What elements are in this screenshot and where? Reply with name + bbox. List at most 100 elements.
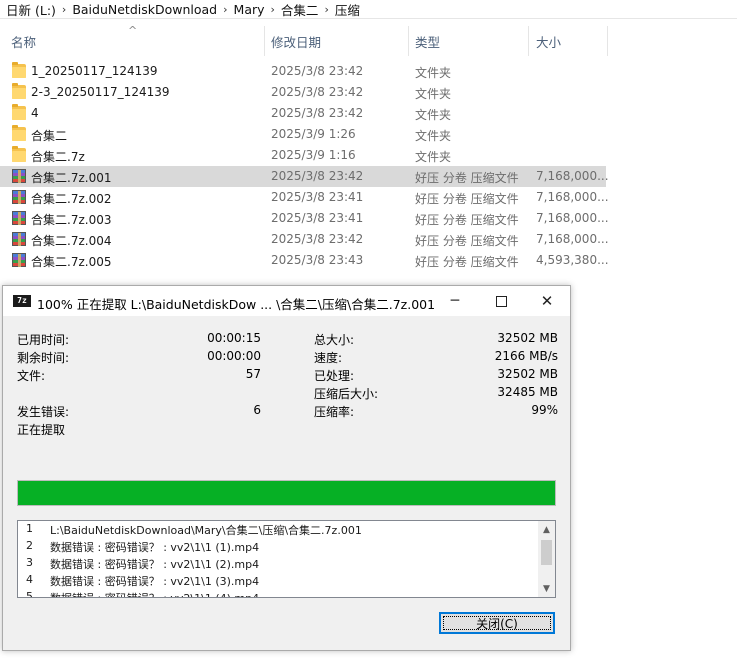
file-type: 好压 分卷 压缩文件 [415, 192, 519, 206]
archive-icon [12, 211, 26, 225]
file-type: 文件夹 [415, 87, 452, 101]
file-type: 文件夹 [415, 129, 452, 143]
file-row[interactable]: 合集二.7z 2025/3/9 1:16 文件夹 [0, 145, 606, 166]
file-type: 好压 分卷 压缩文件 [415, 213, 519, 227]
column-header-date[interactable]: 修改日期 [271, 26, 407, 56]
archive-icon [12, 232, 26, 246]
file-name: 合集二.7z.001 [31, 171, 112, 185]
log-item-text: L:\BaiduNetdiskDownload\Mary\合集二\压缩\合集二.… [50, 524, 362, 537]
breadcrumb-item-drive[interactable]: 日新 (L:) [0, 0, 62, 18]
progress-bar [17, 480, 556, 506]
speed-value: 2166 MB/s [494, 349, 558, 363]
scroll-thumb[interactable] [541, 540, 552, 565]
log-item-number: 4 [26, 573, 33, 586]
log-item-text: 数据错误 : 密码错误？ : vv2\1\1 (2).mp4 [50, 558, 260, 571]
folder-icon [12, 62, 26, 78]
archive-icon [12, 190, 26, 204]
total-size-value: 32502 MB [497, 331, 558, 345]
file-row[interactable]: 1_20250117_124139 2025/3/8 23:42 文件夹 [0, 61, 606, 82]
archive-icon [12, 169, 26, 183]
close-button[interactable]: 关闭(C) [439, 612, 555, 634]
file-type: 文件夹 [415, 150, 452, 164]
dialog-titlebar[interactable]: 7z 100% 正在提取 L:\BaiduNetdiskDow ... \合集二… [3, 286, 570, 316]
file-date: 2025/3/8 23:42 [271, 64, 364, 78]
column-header-type[interactable]: 类型 [415, 26, 525, 56]
column-divider[interactable] [408, 26, 409, 56]
column-header-size[interactable]: 大小 [536, 26, 606, 56]
file-name: 合集二.7z [31, 150, 85, 164]
total-size-label: 总大小: [314, 333, 355, 347]
errors-value: 6 [253, 403, 261, 417]
file-date: 2025/3/8 23:42 [271, 232, 364, 246]
log-item-text: 数据错误 : 密码错误？ : vv2\1\1 (3).mp4 [50, 575, 260, 588]
close-button-label: 关闭(C) [476, 616, 518, 631]
minimize-icon: ─ [450, 293, 460, 309]
file-row[interactable]: 合集二.7z.002 2025/3/8 23:41 好压 分卷 压缩文件 7,1… [0, 187, 609, 208]
file-date: 2025/3/8 23:42 [271, 85, 364, 99]
scroll-down-icon[interactable]: ▼ [538, 580, 555, 597]
file-size: 7,168,000... [536, 169, 609, 183]
column-header-name[interactable]: 名称 [11, 26, 263, 56]
processed-label: 已处理: [314, 369, 355, 383]
dialog-title: 100% 正在提取 L:\BaiduNetdiskDow ... \合集二\压缩… [37, 297, 436, 312]
file-name: 4 [31, 106, 39, 120]
elapsed-time-value: 00:00:15 [207, 331, 261, 345]
scroll-up-icon[interactable]: ▲ [538, 521, 555, 538]
file-name: 合集二.7z.004 [31, 234, 112, 248]
log-item-number: 2 [26, 539, 33, 552]
file-date: 2025/3/9 1:16 [271, 148, 356, 162]
folder-icon [12, 104, 26, 120]
log-item-number: 3 [26, 556, 33, 569]
log-item-number: 5 [26, 590, 33, 598]
file-size: 4,593,380... [536, 253, 609, 267]
extract-progress-dialog: 7z 100% 正在提取 L:\BaiduNetdiskDow ... \合集二… [2, 285, 571, 651]
file-date: 2025/3/8 23:42 [271, 106, 364, 120]
file-row[interactable]: 合集二.7z.003 2025/3/8 23:41 好压 分卷 压缩文件 7,1… [0, 208, 609, 229]
file-row-selected[interactable]: 合集二.7z.001 2025/3/8 23:42 好压 分卷 压缩文件 7,1… [0, 166, 609, 187]
breadcrumb-item-collection[interactable]: 合集二 [275, 0, 325, 18]
file-size: 7,168,000... [536, 190, 609, 204]
folder-icon [12, 146, 26, 162]
speed-label: 速度: [314, 351, 343, 365]
progress-fill [18, 481, 555, 505]
file-name: 合集二 [31, 129, 68, 143]
file-date: 2025/3/8 23:43 [271, 253, 364, 267]
close-icon: ✕ [540, 292, 554, 310]
folder-icon [12, 83, 26, 99]
log-item-text: 数据错误 : 密码错误？ : vv2\1\1 (4).mp4 [50, 590, 259, 597]
archive-icon [12, 253, 26, 267]
compressed-size-value: 32485 MB [497, 385, 558, 399]
files-value: 57 [245, 367, 261, 381]
maximize-button[interactable] [478, 286, 524, 316]
file-type: 文件夹 [415, 66, 452, 80]
remaining-time-label: 剩余时间: [17, 351, 70, 365]
breadcrumb-item-mary[interactable]: Mary [228, 2, 271, 17]
file-date: 2025/3/9 1:26 [271, 127, 356, 141]
log-item-number: 1 [26, 522, 33, 535]
file-name: 1_20250117_124139 [31, 64, 158, 78]
status-text: 正在提取 [17, 423, 66, 437]
file-type: 文件夹 [415, 108, 452, 122]
breadcrumb-item-compressed[interactable]: 压缩 [329, 0, 366, 18]
file-size: 7,168,000... [536, 232, 609, 246]
processed-value: 32502 MB [497, 367, 558, 381]
column-divider[interactable] [264, 26, 265, 56]
file-row[interactable]: 2-3_20250117_124139 2025/3/8 23:42 文件夹 [0, 82, 606, 103]
column-divider[interactable] [607, 26, 608, 56]
file-row[interactable]: 4 2025/3/8 23:42 文件夹 [0, 103, 606, 124]
column-divider[interactable] [528, 26, 529, 56]
elapsed-time-label: 已用时间: [17, 333, 70, 347]
message-log-list[interactable]: 1 L:\BaiduNetdiskDownload\Mary\合集二\压缩\合集… [17, 520, 556, 598]
file-name: 2-3_20250117_124139 [31, 85, 170, 99]
log-scrollbar[interactable]: ▲ ▼ [538, 521, 555, 597]
file-name: 合集二.7z.003 [31, 213, 112, 227]
file-row[interactable]: 合集二 2025/3/9 1:26 文件夹 [0, 124, 606, 145]
file-row[interactable]: 合集二.7z.004 2025/3/8 23:42 好压 分卷 压缩文件 7,1… [0, 229, 609, 250]
file-type: 好压 分卷 压缩文件 [415, 234, 519, 248]
file-date: 2025/3/8 23:41 [271, 190, 364, 204]
breadcrumb-item-baidu[interactable]: BaiduNetdiskDownload [66, 2, 223, 17]
compression-ratio-label: 压缩率: [314, 405, 355, 419]
minimize-button[interactable]: ─ [432, 286, 478, 316]
file-row[interactable]: 合集二.7z.005 2025/3/8 23:43 好压 分卷 压缩文件 4,5… [0, 250, 609, 271]
close-window-button[interactable]: ✕ [524, 286, 570, 316]
